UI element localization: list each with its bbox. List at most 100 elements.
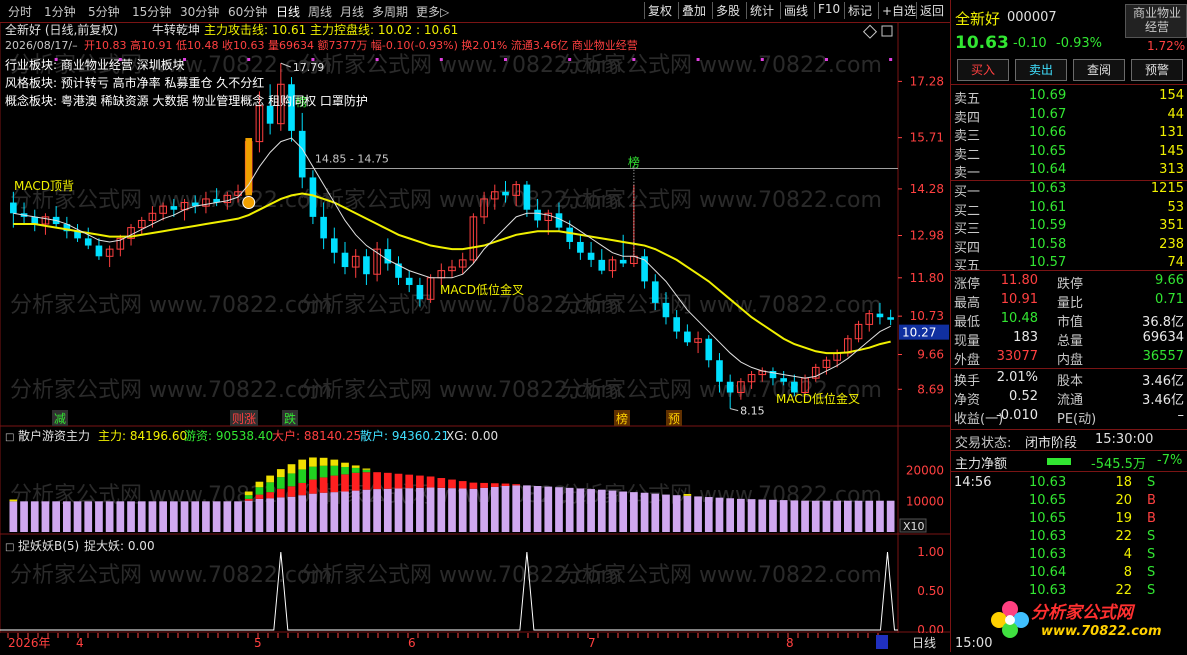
sub1-bar bbox=[362, 489, 371, 532]
net-flow-value: -545.5万 bbox=[1091, 457, 1146, 472]
buy-level-price: 10.63 bbox=[1029, 181, 1067, 196]
sub1-bar bbox=[769, 499, 777, 532]
x-tick-3: 6 bbox=[408, 636, 416, 650]
sub1-bar bbox=[137, 501, 146, 532]
sub1-bar bbox=[276, 488, 285, 498]
indicator-title: 牛转乾坤 bbox=[152, 22, 200, 37]
sell-button[interactable]: 卖出 bbox=[1015, 59, 1067, 81]
toolbar-btn-6[interactable]: 标记 bbox=[844, 2, 875, 19]
stat-value: 10.48 bbox=[1000, 311, 1038, 326]
bottom-tag-4: 预 bbox=[668, 412, 680, 426]
toolbar-btn-2[interactable]: 多股 bbox=[712, 2, 743, 19]
tick-side: B bbox=[1147, 493, 1156, 508]
sub1-bar bbox=[287, 486, 296, 497]
tick-vol: 22 bbox=[1115, 583, 1132, 598]
watermark: 分析家公式网 www.70822.com bbox=[10, 293, 332, 318]
kline-svg[interactable]: 分析家公式网 www.70822.com 分析家公式网 www.70822.com… bbox=[0, 21, 950, 653]
price-tick: 12.98 bbox=[910, 229, 944, 243]
divider bbox=[951, 368, 1187, 369]
sub1-bar bbox=[105, 501, 114, 532]
sub1-bar bbox=[865, 500, 874, 532]
stat-value: 3.46亿 bbox=[1142, 374, 1184, 389]
range-label: 14.85 - 14.75 bbox=[315, 152, 389, 165]
candle-body bbox=[266, 105, 274, 124]
sub1-bar bbox=[876, 500, 884, 532]
period-6[interactable]: 日线 bbox=[276, 3, 300, 20]
signal-dot bbox=[375, 58, 379, 61]
period-5[interactable]: 60分钟 bbox=[228, 3, 267, 20]
industry-badge-pct: 1.72% bbox=[1147, 39, 1186, 53]
period-4[interactable]: 30分钟 bbox=[180, 3, 219, 20]
period-2[interactable]: 5分钟 bbox=[88, 3, 120, 20]
stock-name: 全新好 bbox=[955, 10, 1001, 28]
sub1-bar bbox=[212, 501, 221, 532]
sub1-bar bbox=[704, 497, 713, 532]
kline-chart-area[interactable]: 分析家公式网 www.70822.com 分析家公式网 www.70822.com… bbox=[0, 21, 950, 653]
sub1-bar bbox=[298, 469, 307, 483]
watermark: 分析家公式网 www.70822.com bbox=[10, 378, 332, 403]
net-flow-row: 主力净额 -545.5万 -7% bbox=[951, 450, 1187, 472]
sub1-bar bbox=[244, 498, 253, 501]
sub1-bar bbox=[362, 472, 371, 490]
sell-level-vol: 131 bbox=[1159, 125, 1184, 140]
sub1-bar bbox=[255, 494, 264, 499]
toolbar-btn-3[interactable]: 统计 bbox=[746, 2, 777, 19]
candle-body bbox=[95, 245, 103, 257]
sub1-bar bbox=[223, 501, 232, 532]
price-tick: 10.73 bbox=[910, 309, 944, 323]
sub1-bar bbox=[437, 487, 446, 532]
candle-body bbox=[10, 202, 17, 214]
period-7[interactable]: 周线 bbox=[308, 3, 332, 20]
sub1-bar bbox=[469, 482, 478, 489]
period-10[interactable]: 更多▷ bbox=[416, 3, 449, 20]
period-8[interactable]: 月线 bbox=[340, 3, 364, 20]
sub1-bar bbox=[640, 492, 649, 532]
stat-label: 换手 bbox=[954, 374, 981, 389]
period-9[interactable]: 多周期 bbox=[372, 3, 408, 20]
lookup-button[interactable]: 查阅 bbox=[1073, 59, 1125, 81]
buy-level-vol: 74 bbox=[1167, 255, 1184, 270]
period-3[interactable]: 15分钟 bbox=[132, 3, 171, 20]
buy-level-price: 10.57 bbox=[1029, 255, 1067, 270]
buy-button[interactable]: 买入 bbox=[957, 59, 1009, 81]
bottom-time: 15:00 bbox=[955, 636, 993, 651]
sub1-bar bbox=[844, 500, 852, 532]
signal-dot bbox=[439, 58, 443, 61]
sub1-bar bbox=[747, 499, 756, 532]
tick-time: 14:56 bbox=[954, 475, 992, 490]
stat-label: 跌停 bbox=[1057, 277, 1084, 292]
logo-url: www.70822.com bbox=[1041, 624, 1162, 639]
chart-header: 全新好 (日线,前复权) bbox=[5, 22, 118, 37]
sub1-bar bbox=[351, 490, 360, 532]
buy-level-label: 买五 bbox=[954, 259, 981, 274]
sub1-bar bbox=[833, 500, 842, 532]
sub1-bar bbox=[319, 492, 328, 532]
sub1-bar bbox=[309, 493, 317, 532]
sub1-bar bbox=[437, 478, 446, 488]
sub1-bar bbox=[287, 496, 296, 532]
industry-badge[interactable]: 商业物业经营 bbox=[1125, 4, 1187, 38]
toolbar-btn-8[interactable]: 返回 bbox=[916, 2, 947, 19]
sub1-bar bbox=[523, 485, 531, 532]
trade-status: 闭市阶段 bbox=[1025, 436, 1078, 451]
stock-code: 000007 bbox=[1007, 10, 1057, 25]
sub1-bar bbox=[811, 500, 820, 532]
sub1-bar bbox=[737, 498, 745, 532]
stat-value: 33077 bbox=[996, 349, 1038, 364]
toolbar-btn-0[interactable]: 复权 bbox=[644, 2, 675, 19]
sub1-bar bbox=[405, 488, 414, 532]
stat-value: -0.010 bbox=[996, 408, 1038, 423]
buy-level-vol: 1215 bbox=[1150, 181, 1184, 196]
sub1-bar bbox=[298, 459, 307, 470]
toolbar-btn-5[interactable]: F10 bbox=[814, 2, 843, 19]
buy-level-price: 10.58 bbox=[1029, 236, 1067, 252]
alert-button[interactable]: 预警 bbox=[1131, 59, 1183, 81]
toolbar-btn-4[interactable]: 画线 bbox=[780, 2, 811, 19]
sub1-bar bbox=[159, 501, 167, 532]
period-0[interactable]: 分时 bbox=[8, 3, 32, 20]
candle-body bbox=[405, 277, 413, 285]
period-1[interactable]: 1分钟 bbox=[44, 3, 76, 20]
sub1-bar bbox=[672, 495, 681, 532]
toolbar-btn-7[interactable]: +自选 bbox=[878, 2, 919, 19]
toolbar-btn-1[interactable]: 叠加 bbox=[678, 2, 709, 19]
